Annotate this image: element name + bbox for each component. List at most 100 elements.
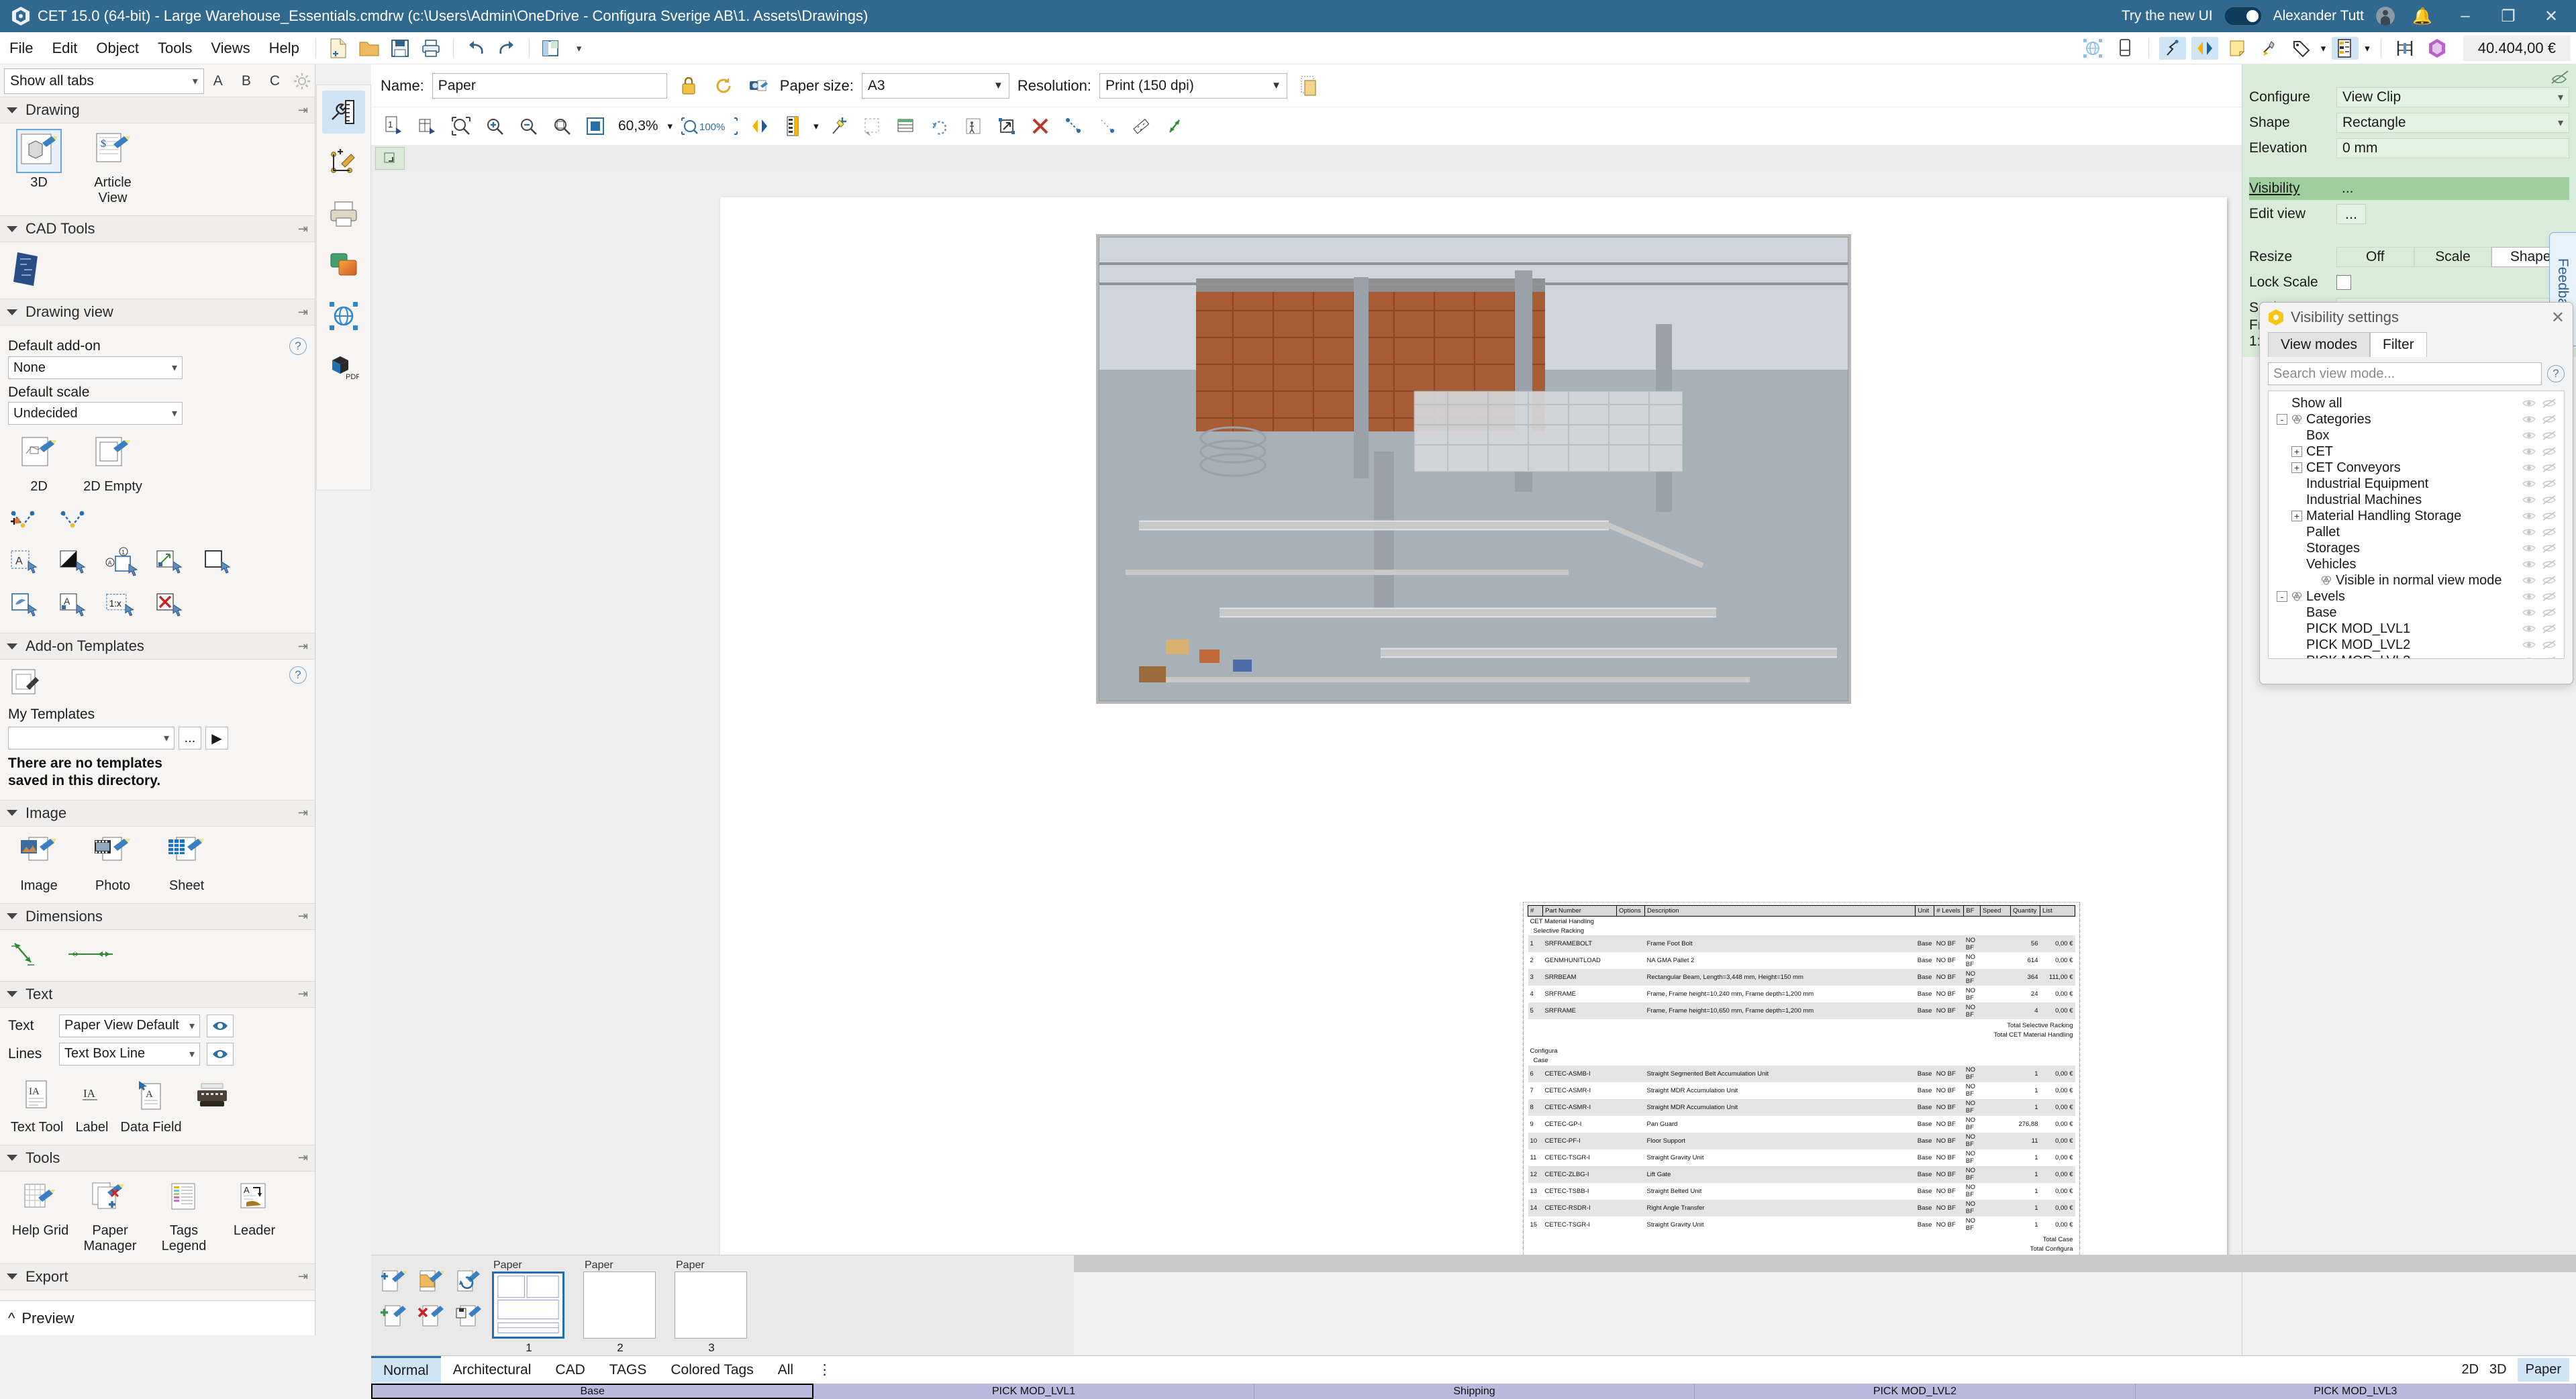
view-tab-normal[interactable]: Normal [371,1356,441,1384]
more-tabs-icon[interactable]: ⋮ [805,1356,844,1384]
tree-item[interactable]: Storages [2271,540,2561,556]
paper-tab-icon[interactable] [375,147,405,170]
zoom-100-button[interactable]: 100% [679,113,740,140]
zoom-chevron-icon[interactable]: ▾ [668,120,673,132]
preview-bar[interactable]: ^ Preview [0,1300,315,1335]
level-item[interactable]: PICK MOD_LVL3 [2136,1384,2576,1399]
elevation-input[interactable]: 0 mm [2336,138,2569,158]
tool-article-view[interactable]: $ Article View [82,130,144,206]
paper-settings-icon[interactable] [1295,72,1322,99]
menu-views[interactable]: Views [201,40,259,57]
tool-sheet[interactable]: Sheet [156,833,217,894]
tree-item[interactable]: +CET Conveyors [2271,460,2561,476]
export-3d-pdf-icon[interactable]: PDF [322,346,365,388]
visibility-toggles[interactable] [2522,415,2561,424]
zoom-fit-icon[interactable] [448,113,475,140]
tree-item[interactable]: -Categories [2271,411,2561,427]
section-header-dimensions[interactable]: Dimensions ⇥ [0,903,315,930]
section-header-export[interactable]: Export ⇥ [0,1263,315,1290]
pin-icon[interactable]: ⇥ [298,639,308,654]
refresh-icon[interactable] [710,72,737,99]
add-page-icon[interactable] [378,1300,411,1332]
open-folder-icon[interactable] [356,37,383,60]
page-thumbnail[interactable]: Paper 1 [492,1259,566,1355]
visibility-toggles[interactable] [2522,560,2561,569]
tool-data-field[interactable]: A Data Field [118,1075,184,1135]
visibility-tree[interactable]: Show all-CategoriesBox+CET+CET Conveyors… [2268,391,2565,659]
mirror-view-icon[interactable] [746,113,773,140]
layers-icon[interactable] [780,113,807,140]
visibility-toggles[interactable] [2522,656,2561,659]
layout-chevron-icon[interactable]: ▾ [567,42,591,54]
tree-item[interactable]: Pallet [2271,524,2561,540]
menu-file[interactable]: File [0,40,42,57]
help-icon[interactable]: ? [289,666,307,684]
tab-letter-b[interactable]: B [232,73,260,89]
snap-icon[interactable] [2159,37,2186,60]
page-layout-icon[interactable] [414,113,441,140]
resize-shape-icon[interactable] [993,113,1020,140]
resolution-select[interactable]: Print (150 dpi) ▼ [1099,73,1287,99]
try-new-ui-toggle[interactable] [2225,7,2261,25]
layers-chevron-icon[interactable]: ▾ [813,120,819,132]
section-header-drawing[interactable]: Drawing ⇥ [0,97,315,123]
restore-button[interactable]: ❐ [2493,7,2524,26]
close-icon[interactable]: ✕ [2551,308,2565,327]
text-style-edit-icon[interactable] [207,1015,234,1037]
cet-hex-icon[interactable] [2424,37,2450,60]
tab-letter-c[interactable]: C [260,73,289,89]
tab-letter-a[interactable]: A [204,73,232,89]
level-item[interactable]: PICK MOD_LVL1 [813,1384,1254,1399]
new-page-icon[interactable] [378,1265,411,1297]
tree-item[interactable]: Industrial Machines [2271,492,2561,508]
tool-image[interactable]: Image [8,833,70,894]
select-region-icon[interactable] [859,113,886,140]
globe-3d-icon[interactable] [322,295,365,338]
tool-photo[interactable]: Photo [82,833,144,894]
apply-template-button[interactable]: ▶ [205,727,228,749]
tool-label[interactable]: IA Label [70,1075,114,1135]
dim-line-icon[interactable] [1060,113,1087,140]
select-shape-icon[interactable] [8,588,47,623]
select-fill-icon[interactable] [56,546,95,580]
view-button-2d[interactable]: 2D [2461,1362,2479,1378]
tree-item[interactable]: -Levels [2271,588,2561,605]
page-thumbnail[interactable]: Paper 3 [675,1259,748,1355]
tag-chevron-icon[interactable]: ▾ [2318,42,2329,54]
tree-item[interactable]: PICK MOD_LVL3 [2271,653,2561,659]
section-header-text[interactable]: Text ⇥ [0,981,315,1008]
visibility-toggles[interactable] [2522,543,2561,553]
select-text-move-icon[interactable]: A [56,588,95,623]
view-tab-all[interactable]: All [766,1356,805,1384]
tree-expander[interactable]: - [2277,414,2287,425]
polyline-icon[interactable] [56,503,95,537]
tool-2d[interactable]: 2D [8,434,70,495]
tool-paper-manager[interactable]: Paper Manager [78,1178,142,1254]
gear-icon[interactable] [293,72,311,90]
paper-size-select[interactable]: A3 ▼ [862,73,1009,99]
add-view-icon[interactable] [826,113,852,140]
lightning-tool-icon[interactable] [2256,37,2283,60]
lock-icon[interactable] [675,72,702,99]
sticky-note-icon[interactable] [2224,37,2250,60]
new-file-icon[interactable] [325,37,352,60]
pin-icon[interactable]: ⇥ [298,1151,308,1165]
mirror-icon[interactable] [2191,37,2218,60]
person-scale-icon[interactable] [960,113,987,140]
3d-render-view[interactable] [1096,234,1851,704]
tree-item[interactable]: Base [2271,605,2561,621]
edit-view-button[interactable]: ... [2336,204,2366,224]
tree-item[interactable]: Visible in normal view mode [2271,572,2561,588]
close-button[interactable]: ✕ [2536,7,2567,26]
zoom-level[interactable]: 60,3% [615,118,661,134]
level-item[interactable]: Shipping [1254,1384,1695,1399]
tree-expander[interactable]: + [2291,511,2302,521]
page-first-icon[interactable]: 1 [381,113,407,140]
section-header-cad-tools[interactable]: CAD Tools ⇥ [0,215,315,242]
notifications-bell-icon[interactable]: 🔔 [2407,7,2438,26]
select-delete-icon[interactable] [153,588,192,623]
tree-expander[interactable]: - [2277,591,2287,602]
article-list-icon[interactable] [2332,37,2359,60]
template-picker-icon[interactable] [8,666,48,703]
paper-name-input[interactable]: Paper [432,73,667,99]
